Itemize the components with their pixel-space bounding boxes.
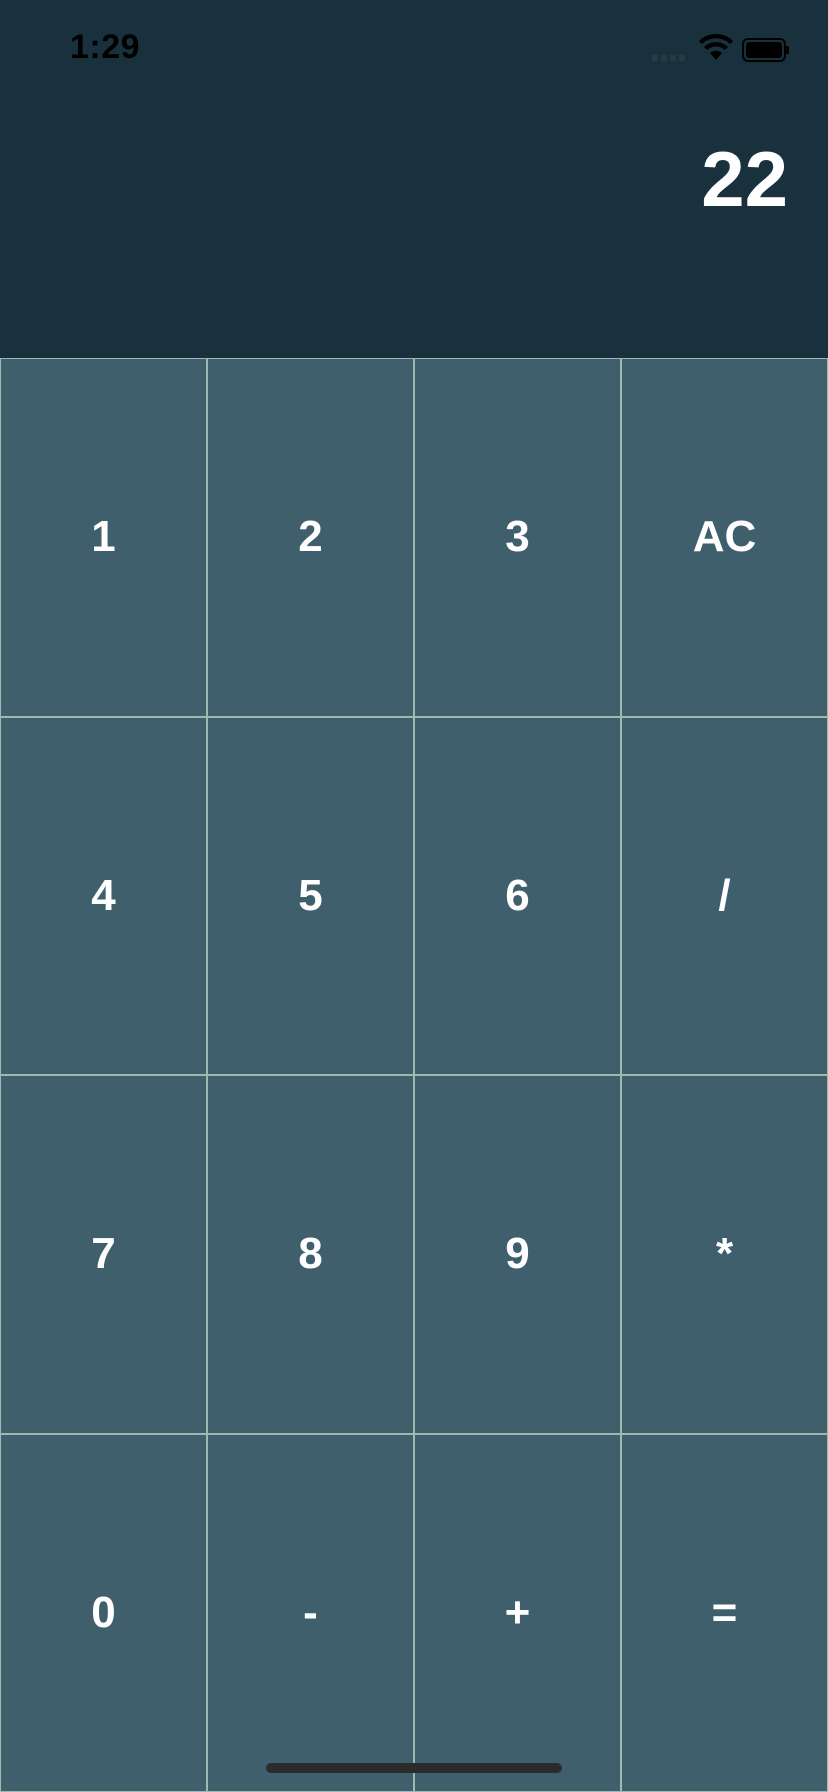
battery-icon <box>742 38 789 62</box>
key-0[interactable]: 0 <box>0 1433 207 1792</box>
display-value: 22 <box>701 135 788 223</box>
status-time: 1:29 <box>70 28 141 66</box>
keypad: 1 2 3 AC 4 5 6 / 7 8 9 * 0 - + = <box>0 358 828 1792</box>
key-7[interactable]: 7 <box>0 1075 207 1434</box>
divide-button[interactable]: / <box>621 716 828 1075</box>
equals-button[interactable]: = <box>621 1433 828 1792</box>
subtract-button[interactable]: - <box>207 1433 414 1792</box>
key-6[interactable]: 6 <box>414 716 621 1075</box>
add-button[interactable]: + <box>414 1433 621 1792</box>
result-display: 22 <box>0 100 828 358</box>
home-indicator[interactable] <box>266 1763 562 1773</box>
clear-button[interactable]: AC <box>621 358 828 717</box>
key-5[interactable]: 5 <box>207 716 414 1075</box>
key-2[interactable]: 2 <box>207 358 414 717</box>
key-1[interactable]: 1 <box>0 358 207 717</box>
key-9[interactable]: 9 <box>414 1075 621 1434</box>
wifi-icon <box>699 34 733 60</box>
signal-bars-icon <box>652 55 685 61</box>
status-bar: 1:29 <box>0 0 828 100</box>
key-4[interactable]: 4 <box>0 716 207 1075</box>
key-8[interactable]: 8 <box>207 1075 414 1434</box>
multiply-button[interactable]: * <box>621 1075 828 1434</box>
key-3[interactable]: 3 <box>414 358 621 717</box>
